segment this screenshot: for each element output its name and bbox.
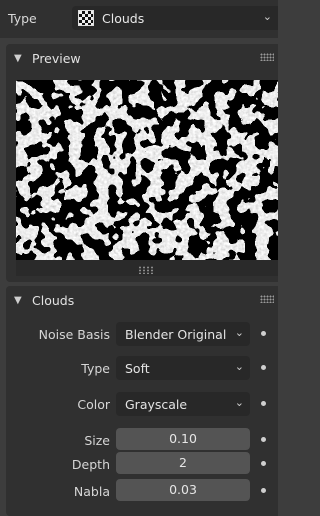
nabla-label: Nabla [73,484,110,499]
noise-basis-label: Noise Basis [38,327,110,342]
depth-row: Depth 2 [6,452,278,476]
grip-icon[interactable] [260,53,274,61]
keyframe-dot-icon[interactable] [261,437,266,442]
cloud-type-row: Type Soft ⌄ [6,356,278,380]
preview-title: Preview [32,50,81,66]
size-row: Size 0.10 [6,428,278,452]
noise-basis-row: Noise Basis Blender Original ⌄ [6,322,278,346]
noise-basis-dropdown[interactable]: Blender Original ⌄ [116,322,250,346]
preview-panel: ▼ Preview [6,44,278,282]
chevron-down-icon: ⌄ [234,326,244,339]
color-value: Grayscale [125,396,188,412]
depth-field[interactable]: 2 [116,452,250,474]
type-label: Type [8,11,37,26]
color-row: Color Grayscale ⌄ [6,392,278,416]
checkerboard-icon [78,10,94,26]
clouds-panel: ▼ Clouds Noise Basis Blender Original ⌄ … [6,286,278,516]
texture-preview [16,80,278,276]
keyframe-dot-icon[interactable] [261,461,266,466]
texture-type-value: Clouds [102,10,145,26]
clouds-panel-header[interactable]: ▼ Clouds [6,286,278,314]
cloud-type-value: Soft [125,360,150,376]
clouds-title: Clouds [32,292,75,308]
noise-basis-value: Blender Original [125,326,227,342]
texture-type-dropdown[interactable]: Clouds ⌄ [72,6,278,30]
nabla-row: Nabla 0.03 [6,479,278,503]
cloud-type-dropdown[interactable]: Soft ⌄ [116,356,250,380]
cloud-type-label: Type [81,361,110,376]
clouds-noise-image [16,80,278,260]
preview-resize-grip[interactable] [138,266,154,274]
keyframe-dot-icon[interactable] [261,365,266,370]
texture-type-bar: Type Clouds ⌄ [0,0,278,38]
size-label: Size [84,433,110,448]
nabla-field[interactable]: 0.03 [116,479,250,501]
preview-panel-header[interactable]: ▼ Preview [6,44,278,72]
chevron-down-icon: ⌄ [234,360,244,373]
chevron-down-icon: ▼ [14,52,22,64]
grip-icon[interactable] [260,295,274,303]
keyframe-dot-icon[interactable] [261,488,266,493]
keyframe-dot-icon[interactable] [261,401,266,406]
keyframe-dot-icon[interactable] [261,331,266,336]
chevron-down-icon: ⌄ [234,396,244,409]
color-dropdown[interactable]: Grayscale ⌄ [116,392,250,416]
size-field[interactable]: 0.10 [116,428,250,450]
depth-label: Depth [71,457,110,472]
chevron-down-icon: ▼ [14,294,22,306]
color-label: Color [77,397,110,412]
chevron-down-icon: ⌄ [262,10,272,23]
